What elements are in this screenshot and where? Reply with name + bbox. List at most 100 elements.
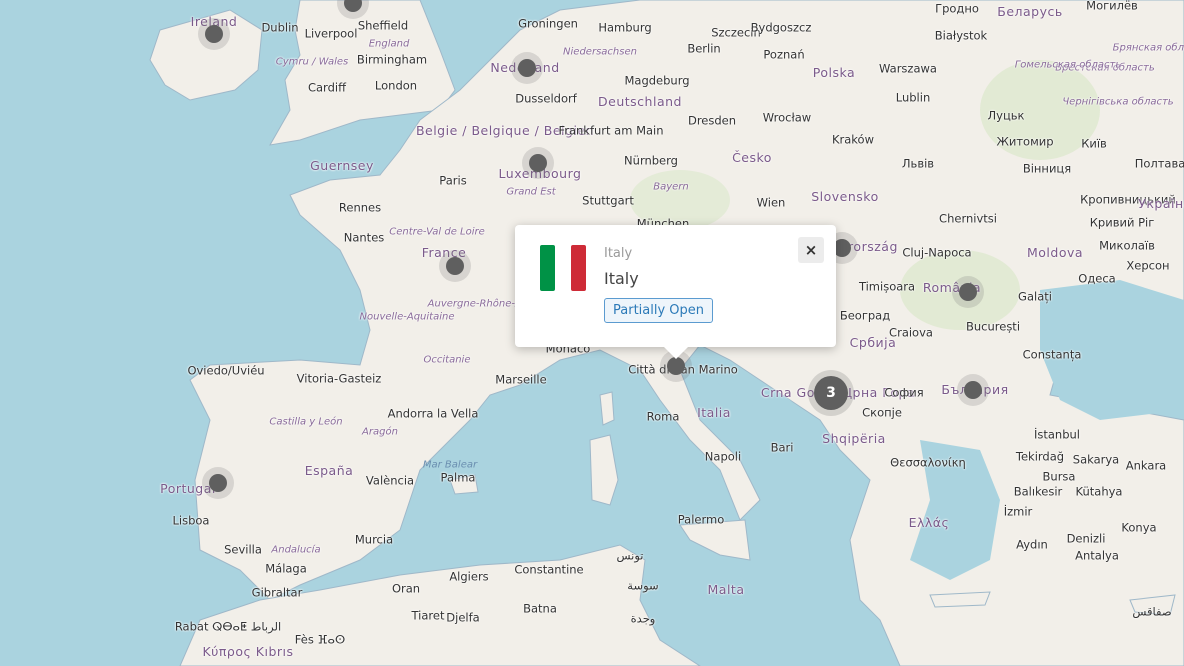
map-label-city: Palermo bbox=[677, 512, 725, 527]
map-label-city: Београд bbox=[839, 308, 891, 323]
map-label-region: Чернігівська область bbox=[1062, 96, 1174, 108]
map-label-city: Napoli bbox=[704, 449, 742, 464]
map-label-city: Cluj-Napoca bbox=[902, 245, 972, 260]
close-icon[interactable]: × bbox=[798, 237, 824, 263]
map-label-city: València bbox=[365, 473, 415, 488]
map-label-region: Niedersachsen bbox=[563, 46, 637, 58]
map-label-city: Frankfurt am Main bbox=[558, 123, 664, 138]
map-label-city: Algiers bbox=[449, 569, 489, 584]
map-label-region: Centre-Val de Loire bbox=[389, 226, 485, 238]
map-label-city: Dublin bbox=[261, 20, 299, 35]
map-label-city: Marseille bbox=[495, 372, 547, 387]
map-label-city: Nantes bbox=[343, 230, 385, 245]
map-label-city: Кривий Ріг bbox=[1089, 215, 1155, 230]
map-label-city: Fès ⴼⴰⵙ bbox=[294, 632, 346, 647]
map-label-city: Hamburg bbox=[598, 20, 652, 35]
map-label-city: Θεσσαλονίκη bbox=[890, 455, 966, 470]
map-label-country: Shqipëria bbox=[822, 431, 886, 447]
map-label-city: Lisboa bbox=[172, 513, 210, 528]
map-label-city: Ankara bbox=[1125, 458, 1167, 473]
map-label-country: Ελλάς bbox=[908, 515, 950, 531]
map-label-city: Миколаїв bbox=[1099, 238, 1155, 253]
map-label-city: Málaga bbox=[265, 561, 307, 576]
map-label-city: Liverpool bbox=[304, 26, 358, 41]
map-label-country: Deutschland bbox=[598, 94, 682, 110]
map-label-city: Київ bbox=[1081, 136, 1107, 151]
map-marker-romania[interactable] bbox=[959, 283, 977, 301]
map-label-city: Bursa bbox=[1042, 469, 1076, 484]
map-label-city: London bbox=[374, 78, 418, 93]
status-badge-button[interactable]: Partially Open bbox=[604, 298, 714, 323]
map-marker-ireland[interactable] bbox=[205, 25, 223, 43]
map-label-city: Balıkesir bbox=[1013, 484, 1063, 499]
map-label-city: Житомир bbox=[996, 134, 1054, 149]
map-label-city: İzmir bbox=[1003, 504, 1033, 519]
map-label-city: Полтава bbox=[1134, 156, 1184, 171]
map-label-country: Italia bbox=[697, 405, 731, 421]
map-label-city: Vitoria-Gasteiz bbox=[296, 371, 382, 386]
map-label-region: Aragón bbox=[362, 426, 398, 438]
popup-title: Italy bbox=[604, 269, 639, 288]
map-label-city: Poznań bbox=[763, 47, 805, 62]
map-label-city: Murcia bbox=[354, 532, 394, 547]
land-crete bbox=[929, 591, 991, 608]
map-label-city: Warszawa bbox=[879, 61, 937, 76]
map-label-city: Cardiff bbox=[307, 80, 347, 95]
map-label-country: Србија bbox=[849, 335, 897, 351]
map-label-city: Херсон bbox=[1126, 258, 1170, 273]
map-label-country: Κύπρος Kıbrıs bbox=[202, 644, 294, 660]
map-label-city: Sheffield bbox=[357, 18, 409, 33]
map-label-city: Bari bbox=[770, 440, 794, 455]
map-label-city: Stuttgart bbox=[582, 193, 634, 208]
map-label-city: Palma bbox=[440, 470, 476, 485]
map-label-city: Kütahya bbox=[1075, 484, 1123, 499]
map-label-region: Bayern bbox=[653, 181, 689, 193]
map-label-country: Portugal bbox=[160, 481, 216, 497]
map-label-city: Rabat ⵕⴱⴰⵟ الرباط bbox=[174, 619, 282, 634]
map-marker-portugal[interactable] bbox=[209, 474, 227, 492]
flag-stripe-white bbox=[555, 245, 571, 291]
map-label-city: وجدة bbox=[630, 611, 656, 626]
map-label-city: Oviedo/Uviéu bbox=[187, 363, 265, 378]
popup-subtitle: Italy bbox=[604, 246, 633, 261]
map-marker-italy[interactable] bbox=[667, 357, 685, 375]
map-label-country: Moldova bbox=[1026, 245, 1084, 261]
country-popup: Italy Italy Partially Open × bbox=[515, 225, 836, 347]
map-label-country: Slovensko bbox=[811, 189, 879, 205]
map-label-city: Gibraltar bbox=[251, 585, 303, 600]
map-label-city: سوسة bbox=[627, 578, 659, 593]
map-marker-luxembourg[interactable] bbox=[529, 154, 547, 172]
map-marker-netherlands[interactable] bbox=[518, 59, 536, 77]
map-label-city: Antalya bbox=[1075, 548, 1119, 563]
map-label-country: Беларусь bbox=[997, 4, 1063, 20]
map-label-city: Rennes bbox=[338, 200, 382, 215]
map-label-city: Скопје bbox=[862, 405, 902, 420]
map-label-city: Oran bbox=[391, 581, 421, 596]
map-label-region: England bbox=[368, 38, 410, 50]
map-label-city: Berlin bbox=[687, 41, 721, 56]
map-label-city: Birmingham bbox=[356, 52, 428, 67]
map-label-city: Sevilla bbox=[224, 542, 262, 557]
map-marker-france[interactable] bbox=[446, 257, 464, 275]
map-label-city: Constantine bbox=[514, 562, 584, 577]
map-label-city: Sakarya bbox=[1072, 452, 1120, 467]
map-label-city: İstanbul bbox=[1033, 427, 1081, 442]
map-label-city: Aydın bbox=[1016, 537, 1048, 552]
map-label-city: Chernivtsi bbox=[939, 211, 997, 226]
map-label-city: Konya bbox=[1121, 520, 1157, 535]
map-label-region: Grand Est bbox=[506, 186, 556, 198]
map-label-city: Wrocław bbox=[762, 110, 812, 125]
marker-cluster[interactable]: 3 bbox=[814, 376, 848, 410]
map-label-city: Гродно bbox=[935, 1, 979, 16]
map-label-city: صفاقس bbox=[1132, 604, 1172, 619]
map-label-city: Paris bbox=[439, 173, 467, 188]
map-label-city: تونس bbox=[616, 548, 644, 563]
map-label-country: Česko bbox=[732, 150, 772, 166]
map-label-city: Timișoara bbox=[858, 279, 916, 294]
map-label-city: Djelfa bbox=[446, 610, 480, 625]
flag-stripe-red bbox=[571, 245, 586, 291]
map-label-city: Constanța bbox=[1022, 347, 1082, 362]
popup-tip bbox=[663, 346, 689, 359]
map-label-country: Malta bbox=[707, 582, 745, 598]
map-marker-bulgaria[interactable] bbox=[964, 381, 982, 399]
